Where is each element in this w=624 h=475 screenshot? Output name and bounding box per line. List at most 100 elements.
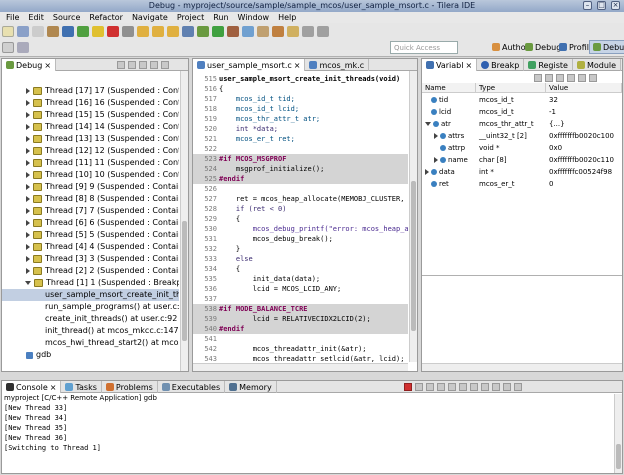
expand-arrow-icon[interactable] xyxy=(26,172,30,178)
instruction-step-icon[interactable] xyxy=(182,26,194,37)
code-line[interactable]: 517 mcos_id_t tid; xyxy=(193,94,408,104)
expand-arrow-icon[interactable] xyxy=(26,160,30,166)
save-icon[interactable] xyxy=(17,26,29,37)
code-line[interactable]: 526 xyxy=(193,184,408,194)
code-line[interactable]: 535 init_data(data); xyxy=(193,274,408,284)
remove-launch-icon[interactable] xyxy=(415,383,423,391)
tab-modules[interactable]: Module xyxy=(573,59,622,71)
code-line[interactable]: 536 lcid = MCOS_LCID_ANY; xyxy=(193,284,408,294)
minimize-view-icon[interactable] xyxy=(503,383,511,391)
maximize-view-icon[interactable] xyxy=(589,74,597,82)
code-line[interactable]: 527 ret = mcos_heap_allocate(MEMOBJ_CLUS… xyxy=(193,194,408,204)
link-with-editor-icon[interactable] xyxy=(128,61,136,69)
expand-arrow-icon[interactable] xyxy=(26,88,30,94)
stack-frame-item[interactable]: run_sample_programs() at user.c:61 0xf xyxy=(2,301,179,313)
thread-item[interactable]: Thread [5] 5 (Suspended : Container) xyxy=(2,229,179,241)
expand-arrow-icon[interactable] xyxy=(434,157,438,163)
expand-arrow-icon[interactable] xyxy=(26,232,30,238)
tab-problems[interactable]: Problems xyxy=(102,381,158,393)
collapse-arrow-icon[interactable] xyxy=(425,122,431,126)
minimize-button[interactable]: – xyxy=(583,1,592,10)
step-into-icon[interactable] xyxy=(137,26,149,37)
thread-item[interactable]: Thread [12] 12 (Suspended : Container) xyxy=(2,145,179,157)
step-over-icon[interactable] xyxy=(152,26,164,37)
code-line[interactable]: 531 mcos_debug_break(); xyxy=(193,234,408,244)
code-line[interactable]: 528 if (ret < 0) xyxy=(193,204,408,214)
view-menu-icon[interactable] xyxy=(139,61,147,69)
code-line[interactable]: 529 { xyxy=(193,214,408,224)
pin-console-icon[interactable] xyxy=(459,383,467,391)
code-line[interactable]: 537 xyxy=(193,294,408,304)
quick-access-input[interactable]: Quick Access xyxy=(390,41,458,54)
terminate-icon[interactable] xyxy=(107,26,119,37)
remove-all-icon[interactable] xyxy=(426,383,434,391)
thread-item[interactable]: Thread [16] 16 (Suspended : Container) xyxy=(2,97,179,109)
code-line[interactable]: 516{ xyxy=(193,84,408,94)
code-line[interactable]: 518 mcos_id_t lcid; xyxy=(193,104,408,114)
gdb-item[interactable]: gdb xyxy=(2,349,51,361)
thread-item[interactable]: Thread [4] 4 (Suspended : Container) xyxy=(2,241,179,253)
thread-item[interactable]: Thread [9] 9 (Suspended : Container) xyxy=(2,181,179,193)
expand-arrow-icon[interactable] xyxy=(26,196,30,202)
expand-arrow-icon[interactable] xyxy=(26,220,30,226)
close-button[interactable]: × xyxy=(611,1,620,10)
editor-vertical-scrollbar[interactable] xyxy=(409,71,417,362)
tab-registers[interactable]: Registe xyxy=(524,59,573,71)
thread-item[interactable]: Thread [17] 17 (Suspended : Container) xyxy=(2,85,179,97)
expand-arrow-icon[interactable] xyxy=(26,208,30,214)
tab-tasks[interactable]: Tasks xyxy=(61,381,102,393)
show-type-names-icon[interactable] xyxy=(534,74,542,82)
thread-item[interactable]: Thread [2] 2 (Suspended : Container) xyxy=(2,265,179,277)
thread-item[interactable]: Thread [7] 7 (Suspended : Container) xyxy=(2,205,179,217)
thread-item[interactable]: Thread [1] 1 (Suspended : Breakpoint) xyxy=(2,277,179,289)
code-line[interactable]: 540 #endif xyxy=(193,324,408,334)
disconnect-icon[interactable] xyxy=(122,26,134,37)
thread-item[interactable]: Thread [14] 14 (Suspended : Container) xyxy=(2,121,179,133)
back-icon[interactable] xyxy=(302,26,314,37)
code-line[interactable]: 539 lcid = RELATIVECIDX2LCID(2); xyxy=(193,314,408,324)
thread-item[interactable]: Thread [11] 11 (Suspended : Container) xyxy=(2,157,179,169)
code-line[interactable]: 525 #endif xyxy=(193,174,408,184)
step-return-icon[interactable] xyxy=(167,26,179,37)
scroll-lock-icon[interactable] xyxy=(448,383,456,391)
thread-item[interactable]: Thread [3] 3 (Suspended : Container) xyxy=(2,253,179,265)
minimize-view-icon[interactable] xyxy=(150,61,158,69)
collapse-arrow-icon[interactable] xyxy=(25,281,31,285)
terminate-icon[interactable] xyxy=(404,383,412,391)
tab-executables[interactable]: Executables xyxy=(158,381,226,393)
next-annotation-icon[interactable] xyxy=(287,26,299,37)
stack-frame-item[interactable]: create_init_threads() at user.c:92 0xff xyxy=(2,313,179,325)
code-line[interactable]: 532 } xyxy=(193,244,408,254)
variable-row[interactable]: data int * 0xfffffffc00524f98 xyxy=(422,166,622,178)
thread-item[interactable]: Thread [8] 8 (Suspended : Container) xyxy=(2,193,179,205)
code-editor[interactable]: 515 user_sample_msort_create_init_threads… xyxy=(193,72,408,362)
maximize-view-icon[interactable] xyxy=(161,61,169,69)
expand-arrow-icon[interactable] xyxy=(26,148,30,154)
column-type[interactable]: Type xyxy=(476,83,546,92)
console-icon[interactable] xyxy=(2,42,14,53)
menu-navigate[interactable]: Navigate xyxy=(132,12,168,23)
expand-arrow-icon[interactable] xyxy=(434,133,438,139)
expand-arrow-icon[interactable] xyxy=(425,169,429,175)
console-vertical-scrollbar[interactable] xyxy=(614,394,622,473)
print-icon[interactable] xyxy=(32,26,44,37)
view-menu-icon[interactable] xyxy=(567,74,575,82)
column-value[interactable]: Value xyxy=(546,83,622,92)
close-icon[interactable]: × xyxy=(465,61,472,70)
editor-scroll-thumb[interactable] xyxy=(411,181,416,331)
column-name[interactable]: Name xyxy=(422,83,476,92)
suspend-icon[interactable] xyxy=(92,26,104,37)
expand-arrow-icon[interactable] xyxy=(26,112,30,118)
show-logical-structure-icon[interactable] xyxy=(545,74,553,82)
stack-frame-item[interactable]: mcos_hwi_thread_start2() at mcos_tle_c xyxy=(2,337,179,349)
resume-icon[interactable] xyxy=(77,26,89,37)
tab-console[interactable]: Console × xyxy=(2,381,62,393)
tab-mcos-mk[interactable]: mcos_mk.c xyxy=(305,59,370,71)
build-icon[interactable] xyxy=(47,26,59,37)
tab-memory[interactable]: Memory xyxy=(225,381,277,393)
code-line[interactable]: 534 { xyxy=(193,264,408,274)
stack-frame-item[interactable]: user_sample_msort_create_init_threads() xyxy=(2,289,179,301)
maximize-button[interactable]: □ xyxy=(597,1,606,10)
expand-arrow-icon[interactable] xyxy=(26,268,30,274)
skip-breakpoints-icon[interactable] xyxy=(62,26,74,37)
